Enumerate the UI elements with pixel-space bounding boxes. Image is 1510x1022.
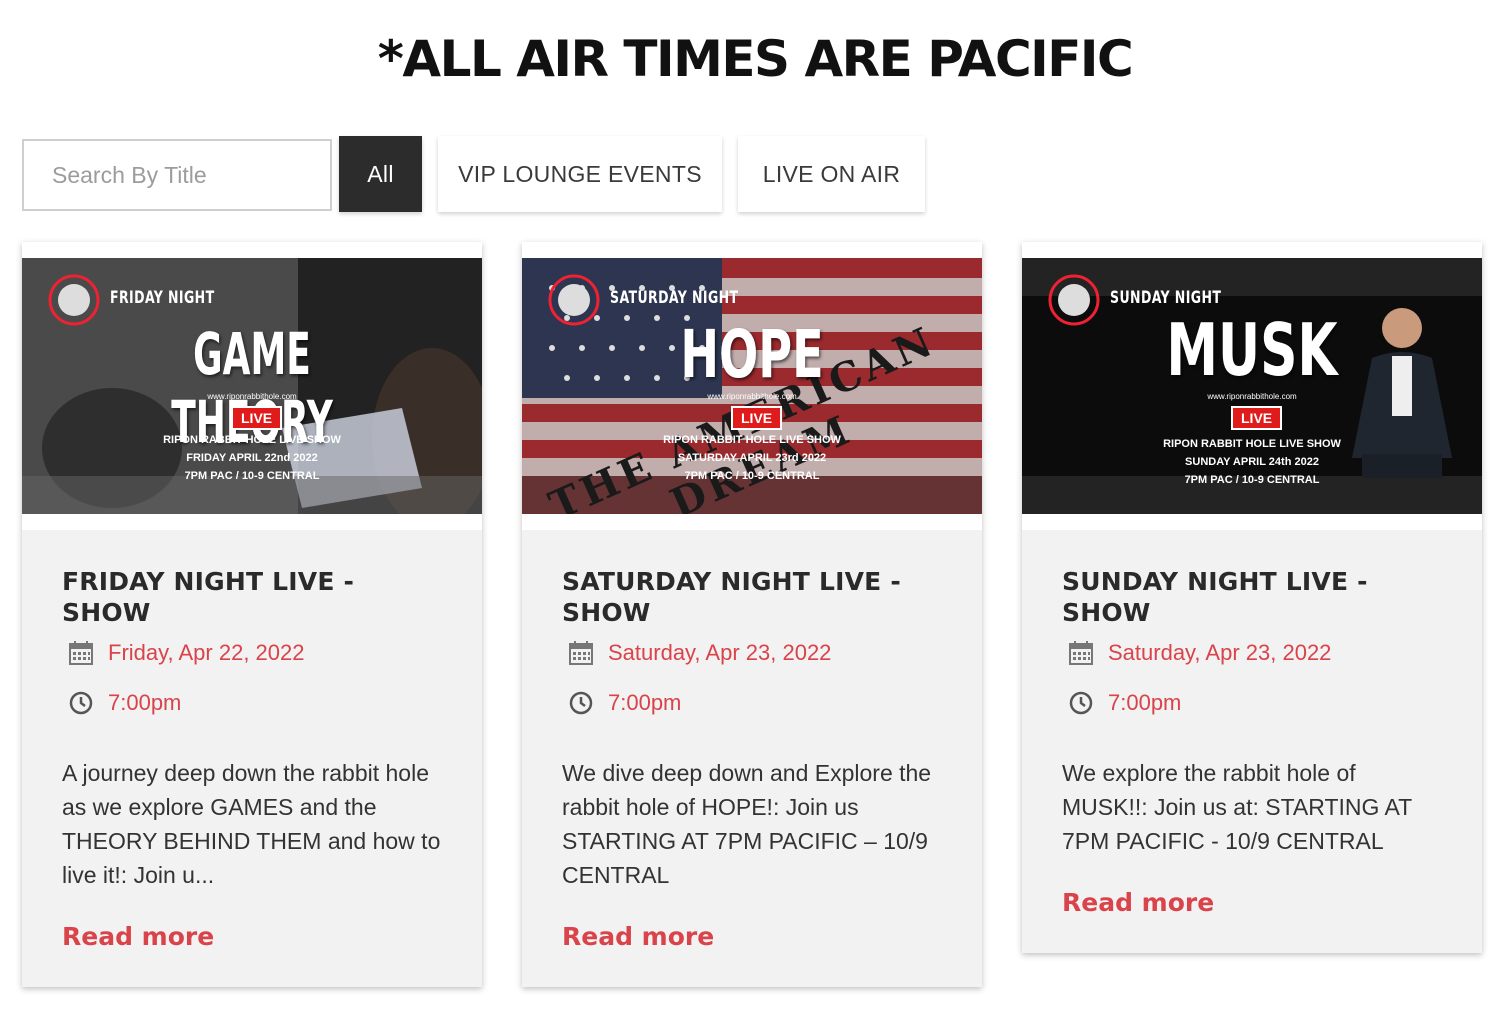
calendar-icon [569, 641, 593, 665]
poster-live-badge: LIVE [231, 406, 283, 430]
poster-line-1: RIPON RABBIT HOLE LIVE SHOW [163, 434, 341, 446]
poster-live-badge: LIVE [731, 406, 783, 430]
event-date: Saturday, Apr 23, 2022 [608, 640, 832, 665]
event-description: A journey deep down the rabbit hole as w… [62, 760, 441, 888]
event-title[interactable]: SUNDAY NIGHT LIVE - SHOW [1062, 566, 1442, 628]
event-card: FRIDAY NIGHT GAME THEORY www.riponrabbit… [22, 242, 482, 987]
filter-all-button[interactable]: All [339, 136, 422, 212]
event-poster-image[interactable]: SATURDAY NIGHT THE AMERICAN DREAM HOPE w… [522, 258, 982, 514]
clock-icon [569, 691, 593, 715]
event-title[interactable]: SATURDAY NIGHT LIVE - SHOW [562, 566, 942, 628]
poster-headline: HOPE [680, 316, 824, 393]
event-time: 7:00pm [108, 690, 182, 715]
poster-night-label: FRIDAY NIGHT [110, 288, 215, 308]
poster-line-1: RIPON RABBIT HOLE LIVE SHOW [1163, 438, 1341, 450]
poster-url: www.riponrabbithole.com [707, 392, 797, 401]
calendar-icon [69, 641, 93, 665]
poster-url: www.riponrabbithole.com [207, 392, 297, 401]
poster-live-badge: LIVE [1231, 406, 1283, 430]
event-card: SUNDAY NIGHT MUSK www.riponrabbithole.co… [1022, 242, 1482, 953]
filter-vip-lounge-button[interactable]: VIP LOUNGE EVENTS [438, 136, 722, 212]
poster-headline: MUSK [1166, 308, 1338, 392]
poster-url: www.riponrabbithole.com [1207, 392, 1297, 401]
poster-line-3: 7PM PAC / 10-9 CENTRAL [684, 470, 820, 482]
poster-line-2: SATURDAY APRIL 23rd 2022 [677, 452, 827, 464]
read-more-link[interactable]: Read more [62, 922, 214, 951]
search-input[interactable] [22, 139, 332, 211]
poster-night-label: SUNDAY NIGHT [1110, 288, 1222, 308]
event-description: We dive deep down and Explore the rabbit… [562, 760, 932, 888]
event-poster-image[interactable]: SUNDAY NIGHT MUSK www.riponrabbithole.co… [1022, 258, 1482, 514]
read-more-link[interactable]: Read more [1062, 888, 1214, 917]
poster-line-2: SUNDAY APRIL 24th 2022 [1185, 456, 1319, 468]
poster-night-label: SATURDAY NIGHT [610, 288, 739, 308]
event-description: We explore the rabbit hole of MUSK!!: Jo… [1062, 760, 1412, 854]
event-date: Friday, Apr 22, 2022 [108, 640, 305, 665]
event-title[interactable]: FRIDAY NIGHT LIVE - SHOW [62, 566, 442, 628]
event-time: 7:00pm [608, 690, 682, 715]
clock-icon [69, 691, 93, 715]
clock-icon [1069, 691, 1093, 715]
event-poster-image[interactable]: FRIDAY NIGHT GAME THEORY www.riponrabbit… [22, 258, 482, 514]
poster-line-1: RIPON RABBIT HOLE LIVE SHOW [663, 434, 841, 446]
filter-live-on-air-button[interactable]: LIVE ON AIR [738, 136, 925, 212]
event-time: 7:00pm [1108, 690, 1182, 715]
calendar-icon [1069, 641, 1093, 665]
poster-line-2: FRIDAY APRIL 22nd 2022 [186, 452, 318, 464]
read-more-link[interactable]: Read more [562, 922, 714, 951]
poster-line-3: 7PM PAC / 10-9 CENTRAL [184, 470, 320, 482]
poster-line-3: 7PM PAC / 10-9 CENTRAL [1184, 474, 1320, 486]
page-title: *ALL AIR TIMES ARE PACIFIC [377, 30, 1134, 88]
event-card: SATURDAY NIGHT THE AMERICAN DREAM HOPE w… [522, 242, 982, 987]
event-date: Saturday, Apr 23, 2022 [1108, 640, 1332, 665]
